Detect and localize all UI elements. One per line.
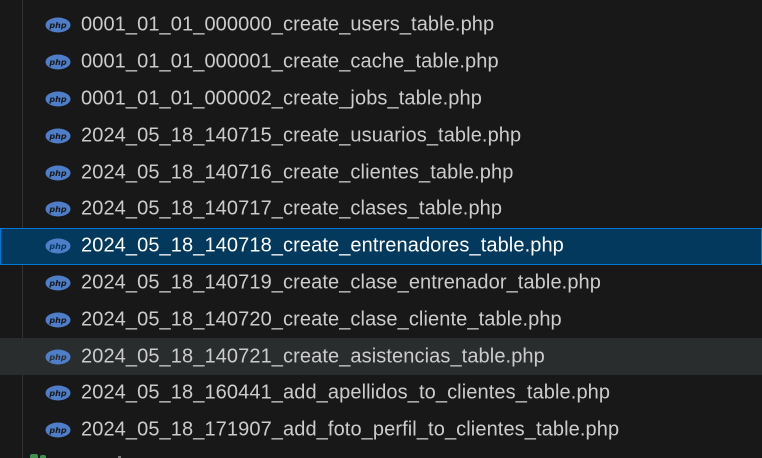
file-row[interactable]: php 2024_05_18_160441_add_apellidos_to_c… (0, 375, 762, 412)
file-name: 2024_05_18_171907_add_foto_perfil_to_cli… (81, 418, 620, 441)
file-row[interactable]: php 2024_05_18_171907_add_foto_perfil_to… (0, 412, 762, 449)
svg-text:php: php (48, 205, 66, 214)
file-name: 2024_05_18_140719_create_clase_entrenado… (81, 271, 601, 294)
file-name: 2024_05_18_140721_create_asistencias_tab… (81, 345, 545, 368)
file-row[interactable]: php 2024_05_18_140716_create_clientes_ta… (0, 154, 762, 191)
file-name: 0001_01_01_000000_create_users_table.php (81, 13, 495, 36)
php-icon: php (45, 422, 71, 438)
svg-text:php: php (48, 242, 66, 251)
file-name: 2024_05_18_140717_create_clases_table.ph… (81, 197, 503, 220)
file-row[interactable]: php 2024_05_18_140720_create_clase_clien… (0, 301, 762, 338)
svg-text:php: php (48, 389, 66, 398)
file-name: 2024_05_18_140716_create_clientes_table.… (81, 161, 514, 184)
file-row[interactable]: php 2024_05_18_140719_create_clase_entre… (0, 265, 762, 302)
php-icon: php (45, 91, 71, 107)
svg-text:php: php (48, 316, 66, 325)
file-row[interactable]: php 2024_05_18_140715_create_usuarios_ta… (0, 117, 762, 154)
php-icon: php (45, 349, 71, 365)
file-name: 2024_05_18_140720_create_clase_cliente_t… (81, 308, 562, 331)
file-name: 2024_05_18_160441_add_apellidos_to_clien… (81, 381, 611, 404)
svg-text:php: php (48, 426, 66, 435)
file-name: 0001_01_01_000002_create_jobs_table.php (81, 87, 482, 110)
file-name: 2024_05_18_140718_create_entrenadores_ta… (81, 234, 564, 257)
file-list: php 0001_01_01_000000_create_users_table… (0, 7, 762, 449)
php-icon: php (45, 17, 71, 33)
file-name: 2024_05_18_140715_create_usuarios_table.… (81, 124, 522, 147)
svg-text:php: php (48, 58, 66, 67)
file-explorer: php 0001_01_01_000000_create_users_table… (0, 0, 762, 458)
file-name: 0001_01_01_000001_create_cache_table.php (81, 50, 499, 73)
svg-text:php: php (48, 279, 66, 288)
file-row-selected[interactable]: php 2024_05_18_140718_create_entrenadore… (0, 227, 762, 265)
file-row[interactable]: php 0001_01_01_000002_create_jobs_table.… (0, 81, 762, 118)
file-row[interactable]: php 0001_01_01_000000_create_users_table… (0, 7, 762, 44)
svg-text:php: php (48, 21, 66, 30)
php-icon: php (45, 165, 71, 181)
next-item-partial (22, 452, 121, 458)
php-icon: php (45, 54, 71, 70)
svg-text:php: php (48, 169, 66, 178)
php-icon: php (45, 385, 71, 401)
file-row-hover[interactable]: php 2024_05_18_140721_create_asistencias… (0, 338, 762, 375)
file-row[interactable]: php 2024_05_18_140717_create_clases_tabl… (0, 191, 762, 228)
php-icon: php (45, 128, 71, 144)
file-row[interactable]: php 0001_01_01_000001_create_cache_table… (0, 44, 762, 81)
php-icon: php (45, 275, 71, 291)
php-icon: php (45, 312, 71, 328)
svg-text:php: php (48, 95, 66, 104)
php-icon: php (45, 201, 71, 217)
php-icon: php (45, 238, 71, 254)
svg-text:php: php (48, 353, 66, 362)
svg-text:php: php (48, 132, 66, 141)
